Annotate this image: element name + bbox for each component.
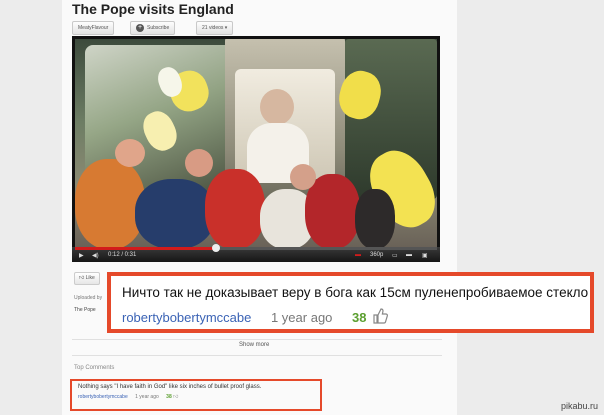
video-frame [75, 39, 437, 247]
video-title: The Pope visits England [72, 1, 234, 17]
time-display: 0:12 / 0:31 [108, 252, 137, 258]
progress-bar[interactable] [75, 244, 437, 252]
callout-votes: 38 [352, 310, 367, 325]
divider [72, 355, 442, 356]
hd-icon[interactable]: ▬ [355, 252, 361, 258]
description-start: The Pope [74, 307, 96, 313]
expand-icon[interactable]: ▬ [406, 252, 412, 258]
volume-icon[interactable]: ◀) [92, 252, 99, 259]
thumbs-up-icon: 👍︎ [79, 275, 85, 281]
progress-fill [75, 247, 217, 250]
quality-label[interactable]: 360p [370, 252, 383, 258]
watermark: pikabu.ru [560, 401, 598, 411]
subscribe-label: Subscribe [147, 25, 170, 31]
highlighted-comment: Nothing says "I have faith in God" like … [70, 379, 322, 411]
comment-meta: robertybobertymccabe 1 year ago 38 👍︎ [78, 394, 178, 400]
channel-name-button[interactable]: MeatyFlavour [72, 21, 115, 35]
fullscreen-icon[interactable]: ▣ [422, 252, 428, 259]
callout-text: Ничто так не доказывает веру в бога как … [122, 285, 589, 300]
chevron-down-icon: ▾ [224, 25, 228, 31]
comment-text: Nothing says "I have faith in God" like … [78, 384, 262, 390]
like-button[interactable]: 👍︎ Like [74, 272, 100, 285]
translated-comment-callout: Ничто так не доказывает веру в бога как … [107, 272, 594, 333]
comment-age: 1 year ago [135, 394, 159, 400]
callout-meta: robertybobertymccabe 1 year ago 38 [122, 308, 389, 325]
callout-age: 1 year ago [270, 310, 333, 325]
plus-icon: + [136, 23, 144, 32]
show-more-button[interactable]: Show more [239, 342, 269, 348]
subscribe-button[interactable]: + Subscribe [130, 21, 176, 35]
comment-username[interactable]: robertybobertymccabe [78, 394, 128, 400]
video-player[interactable]: ▶ ◀) 0:12 / 0:31 ▬ 360p ▭ ▬ ▣ [72, 36, 440, 262]
uploaded-by-label: Uploaded by [74, 295, 103, 301]
callout-username[interactable]: robertybobertymccabe [122, 310, 251, 325]
top-comments-heading: Top Comments [74, 365, 115, 371]
videos-count: 21 videos [202, 25, 224, 31]
play-icon[interactable]: ▶ [79, 252, 84, 259]
popout-icon[interactable]: ▭ [392, 252, 398, 259]
thumbs-up-icon[interactable] [372, 308, 389, 324]
comment-votes: 38 [166, 394, 172, 400]
thumbs-up-icon[interactable]: 👍︎ [173, 394, 178, 400]
divider [72, 339, 442, 340]
like-label: Like [85, 275, 95, 281]
videos-dropdown[interactable]: 21 videos ▾ [196, 21, 234, 35]
